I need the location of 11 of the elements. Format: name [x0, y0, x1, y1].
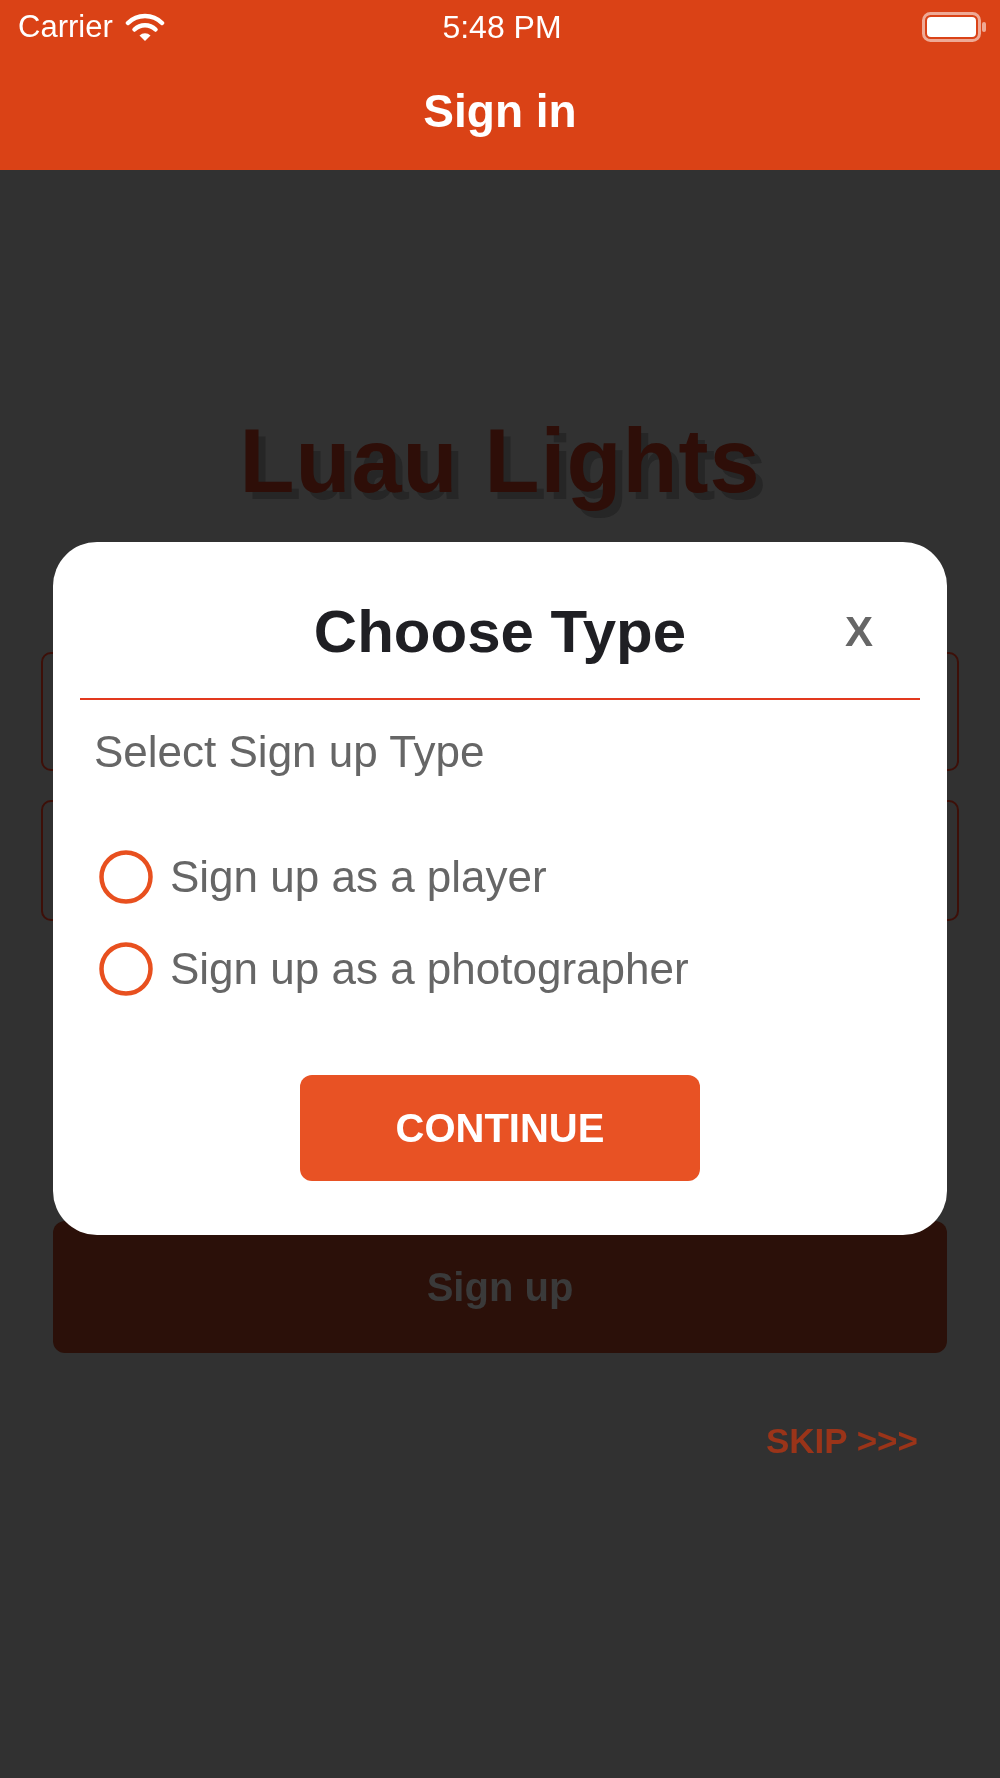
- close-button[interactable]: X: [845, 607, 873, 657]
- screen-title: Sign in: [423, 84, 577, 138]
- battery-icon: [922, 12, 986, 42]
- continue-button[interactable]: CONTINUE: [300, 1075, 700, 1181]
- radio-option[interactable]: Sign up as a player: [99, 845, 547, 909]
- dialog-title: Choose Type: [313, 597, 687, 667]
- carrier-label: Carrier: [18, 9, 113, 45]
- radio-option[interactable]: Sign up as a photographer: [99, 937, 689, 1001]
- prompt-text: Select Sign up Type: [94, 726, 485, 778]
- wifi-icon: [124, 12, 165, 42]
- clock-time: 5:48 PM: [442, 9, 562, 45]
